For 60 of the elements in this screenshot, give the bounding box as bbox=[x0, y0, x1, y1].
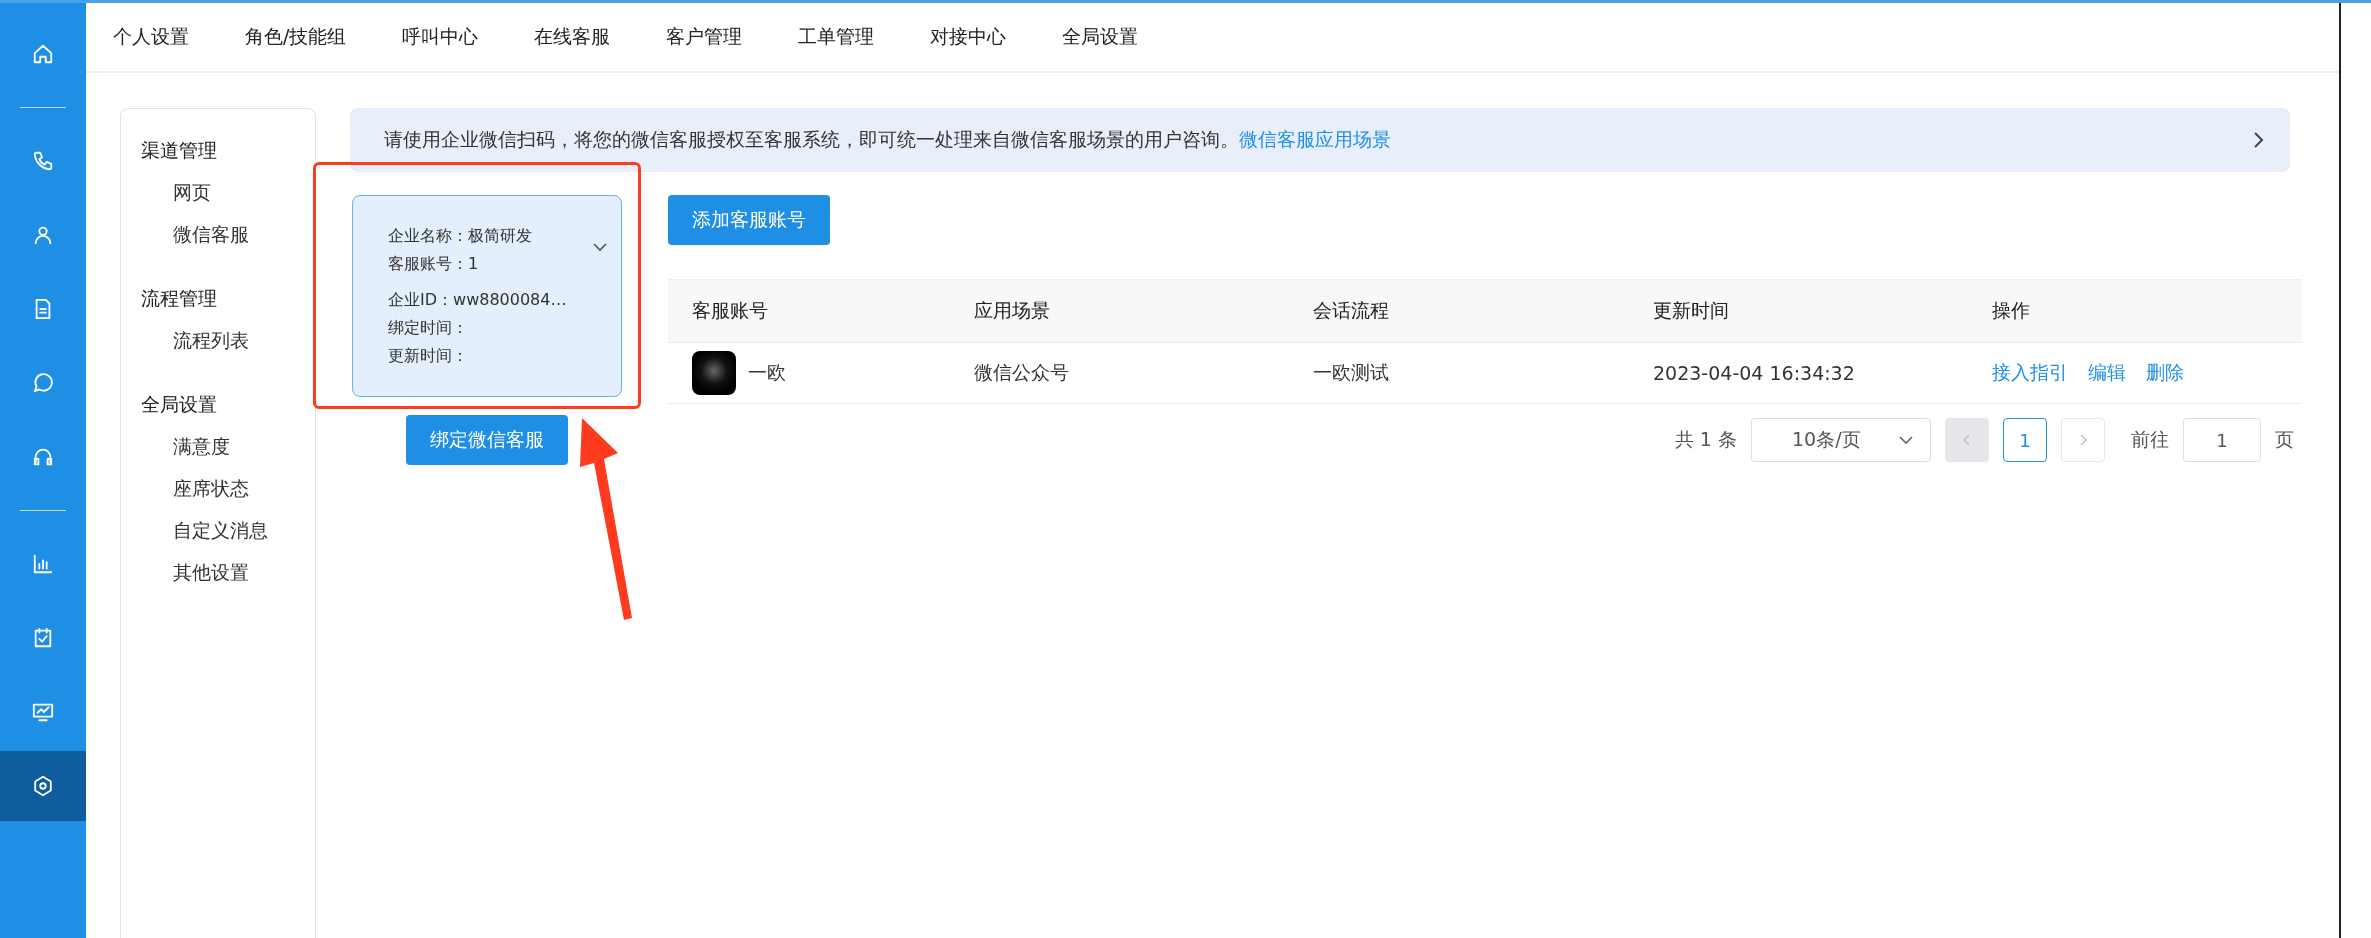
column-header: 客服账号 bbox=[691, 298, 769, 323]
user-icon bbox=[32, 224, 54, 246]
sidebar-item[interactable]: 座席状态 bbox=[121, 467, 315, 509]
total-count: 共 1 条 bbox=[1674, 427, 1737, 452]
column-header: 操作 bbox=[1991, 298, 2031, 323]
table-cell-text: 微信公众号 bbox=[974, 360, 1069, 385]
sidebar-item[interactable]: 其他设置 bbox=[121, 551, 315, 593]
checklist-icon bbox=[32, 627, 54, 649]
chevron-right-icon[interactable] bbox=[2252, 131, 2264, 149]
avatar bbox=[692, 351, 736, 395]
sidebar-item[interactable]: 网页 bbox=[121, 171, 315, 213]
column-header: 应用场景 bbox=[973, 298, 1051, 323]
chevron-down-icon[interactable] bbox=[592, 242, 608, 252]
top-nav-tab[interactable]: 工单管理 bbox=[798, 24, 875, 50]
chevron-down-icon bbox=[1898, 435, 1914, 445]
home-icon bbox=[32, 43, 54, 65]
goto-page-field[interactable]: 1 bbox=[2183, 418, 2261, 462]
top-nav-tab[interactable]: 对接中心 bbox=[930, 24, 1007, 50]
card-text: 绑定时间： bbox=[388, 317, 469, 339]
column-header: 会话流程 bbox=[1312, 298, 1390, 323]
chart-icon bbox=[32, 553, 54, 575]
top-nav-tab[interactable]: 全局设置 bbox=[1062, 24, 1139, 50]
top-nav-tab[interactable]: 呼叫中心 bbox=[402, 24, 479, 50]
card-text: 企业名称：极简研发 bbox=[388, 225, 533, 247]
top-nav-tab[interactable]: 在线客服 bbox=[534, 24, 611, 50]
table-cell-text: 一欧测试 bbox=[1313, 360, 1389, 385]
top-nav-tab[interactable]: 客户管理 bbox=[666, 24, 743, 50]
settings-icon bbox=[32, 775, 54, 797]
table-cell: 2023-04-04 16:34:32 bbox=[1653, 362, 1855, 384]
next-page-button[interactable] bbox=[2061, 418, 2105, 462]
chevron-left-icon bbox=[1963, 434, 1971, 446]
banner-text: 请使用企业微信扫码，将您的微信客服授权至客服系统，即可统一处理来自微信客服场景的用户咨询。微信客服应用场景 bbox=[384, 127, 1391, 152]
card-text: 企业ID：ww8800084… bbox=[388, 289, 568, 311]
action-link[interactable]: 删除 bbox=[2146, 360, 2184, 386]
sidebar-group-title: 渠道管理 bbox=[140, 138, 218, 163]
card-text: 客服账号：1 bbox=[388, 253, 480, 275]
action-link[interactable]: 编辑 bbox=[2088, 360, 2126, 386]
settings-nav-button[interactable] bbox=[0, 751, 86, 821]
sidebar-item[interactable]: 满意度 bbox=[121, 425, 315, 467]
sidebar-item[interactable]: 自定义消息 bbox=[121, 509, 315, 551]
sidebar-group-title: 全局设置 bbox=[140, 392, 218, 417]
previous-page-button[interactable] bbox=[1945, 418, 1989, 462]
monitor-icon bbox=[32, 701, 54, 723]
enterprise-card[interactable]: 企业名称：极简研发 客服账号：1 企业ID：ww8800084… 绑定时间： 更新时间： bbox=[352, 195, 622, 397]
sidebar-item[interactable]: 流程列表 bbox=[121, 319, 315, 361]
sidebar-item[interactable]: 微信客服 bbox=[121, 213, 315, 255]
top-nav-tab[interactable]: 个人设置 bbox=[113, 24, 189, 50]
sidebar-group-title: 流程管理 bbox=[140, 286, 218, 311]
table-cell-text: 一欧 bbox=[748, 360, 786, 385]
action-link[interactable]: 接入指引 bbox=[1992, 360, 2068, 386]
chevron-right-icon bbox=[2079, 434, 2087, 446]
top-nav-tab[interactable]: 角色/技能组 bbox=[245, 24, 347, 50]
chat-icon bbox=[32, 372, 54, 394]
page-unit: 页 bbox=[2275, 427, 2294, 452]
headset-icon bbox=[32, 446, 54, 468]
page-size-select[interactable]: 10条/页 bbox=[1751, 418, 1931, 462]
card-text: 更新时间： bbox=[388, 345, 469, 367]
column-header: 更新时间 bbox=[1652, 298, 1730, 323]
goto-label: 前往 bbox=[2131, 427, 2169, 452]
phone-icon bbox=[32, 150, 54, 172]
